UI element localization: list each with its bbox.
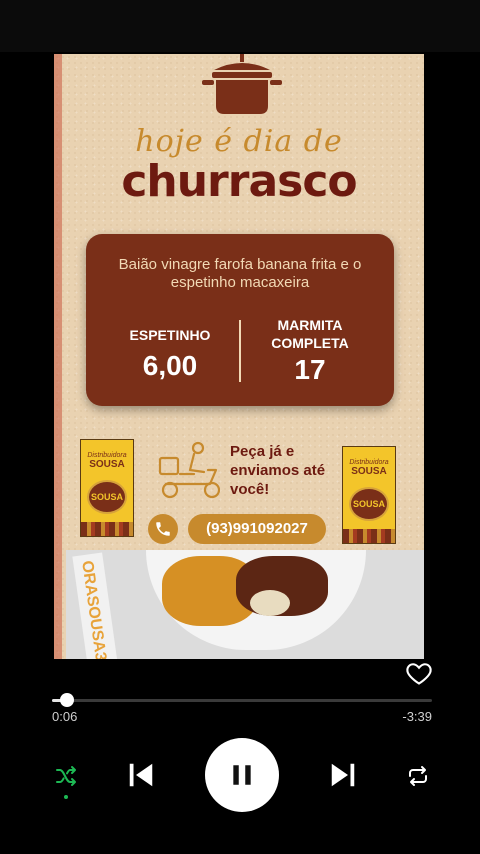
menu-card: Baião vinagre farofa banana frita e o es… <box>86 234 394 406</box>
previous-button[interactable] <box>124 758 158 792</box>
phone-icon <box>148 514 178 544</box>
brand-tagline: Distribuidora <box>87 452 127 459</box>
brand-badge: SOUSA <box>87 480 127 514</box>
delivery-scooter-icon <box>158 441 221 499</box>
brand-stripes <box>343 529 395 543</box>
menu-item-marmita: MARMITA COMPLETA 17 <box>240 316 380 386</box>
previous-icon <box>129 763 153 787</box>
next-icon <box>331 763 355 787</box>
shuffle-button[interactable] <box>52 762 80 790</box>
video-frame[interactable]: hoje é dia de churrasco Baião vinagre fa… <box>54 54 424 659</box>
photo-label-text: ORASOUSA3 <box>78 559 110 659</box>
food-photo: ORASOUSA3 <box>66 550 424 659</box>
next-button[interactable] <box>326 758 360 792</box>
brand-badge: SOUSA <box>349 487 389 521</box>
order-text: Peça já e enviamos até você! <box>230 443 326 498</box>
heading-script: hoje é dia de <box>135 124 343 159</box>
menu-item-label: MARMITA COMPLETA <box>271 317 349 351</box>
elapsed-time: 0:06 <box>52 709 78 724</box>
brand-logo-left: Distribuidora SOUSA SOUSA <box>80 439 134 537</box>
brand-name: SOUSA <box>351 466 387 477</box>
brand-badge-text: SOUSA <box>352 499 385 509</box>
shuffle-active-dot <box>64 795 68 799</box>
shuffle-icon <box>56 766 76 786</box>
menu-item-label: ESPETINHO <box>129 327 211 343</box>
photo-label-sticker: ORASOUSA3 <box>72 552 118 659</box>
brand-stripes <box>81 522 133 536</box>
brand-logo-right: Distribuidora SOUSA SOUSA <box>342 446 396 544</box>
heart-icon[interactable] <box>405 659 433 687</box>
food-farofa <box>250 590 290 616</box>
menu-item-price: 17 <box>294 354 326 385</box>
progress-bar[interactable] <box>52 693 432 707</box>
menu-item-price: 6,00 <box>142 350 198 381</box>
remaining-time: -3:39 <box>402 709 432 724</box>
progress-thumb[interactable] <box>59 693 74 707</box>
phone-number: (93)991092027 <box>188 514 326 544</box>
brand-badge-text: SOUSA <box>90 492 123 502</box>
menu-item-espetinho: ESPETINHO 6,00 <box>100 326 240 382</box>
pot-icon <box>202 54 282 114</box>
brand-name: SOUSA <box>89 459 125 470</box>
menu-description: Baião vinagre farofa banana frita e o es… <box>118 256 362 291</box>
pause-button[interactable] <box>205 738 279 812</box>
heading-main: churrasco <box>121 156 357 207</box>
pause-icon <box>233 765 251 785</box>
top-bar <box>0 0 480 52</box>
repeat-icon <box>409 766 427 786</box>
brand-tagline: Distribuidora <box>349 459 389 466</box>
repeat-button[interactable] <box>404 762 432 790</box>
